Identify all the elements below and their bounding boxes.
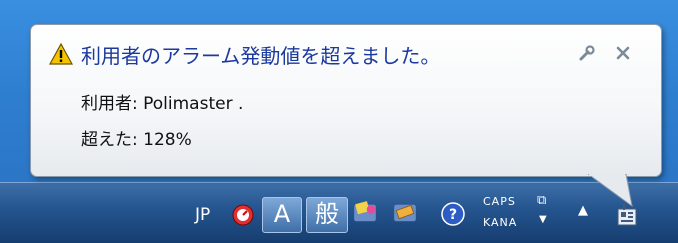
ime-input-mode-label: A xyxy=(273,200,291,228)
device-icon[interactable] xyxy=(614,201,640,227)
warning-icon xyxy=(49,43,73,65)
ime-input-mode-button[interactable]: A xyxy=(262,197,302,233)
notification-user-line: 利用者: Polimaster . xyxy=(81,94,244,114)
ime-tools-icon[interactable] xyxy=(392,199,418,225)
language-indicator[interactable]: JP xyxy=(195,205,210,225)
kana-dropdown-icon[interactable]: ▼ xyxy=(539,214,547,225)
ime-kanji-button[interactable]: 般 xyxy=(306,197,348,233)
close-icon[interactable] xyxy=(613,43,633,63)
caps-indicator: CAPS xyxy=(483,195,516,208)
ime-kanji-label: 般 xyxy=(315,200,339,228)
red-stopwatch-icon[interactable] xyxy=(230,201,256,227)
svg-text:?: ? xyxy=(449,207,457,223)
notification-title-row: 利用者のアラーム発動値を超えました。 xyxy=(49,41,441,68)
help-icon[interactable]: ? xyxy=(440,201,466,227)
notification-title: 利用者のアラーム発動値を超えました。 xyxy=(81,43,441,68)
show-hidden-icons-arrow[interactable]: ▲ xyxy=(578,203,588,218)
notification-balloon[interactable]: 利用者のアラーム発動値を超えました。 利用者: Polimaster . 超えた… xyxy=(30,24,662,177)
notification-exceeded-line: 超えた: 128% xyxy=(81,130,192,150)
caps-lock-icon: ⧉ xyxy=(537,193,547,208)
kana-indicator: KANA xyxy=(483,216,518,229)
wrench-icon[interactable] xyxy=(577,43,597,63)
ime-pad-icon[interactable] xyxy=(352,199,378,225)
